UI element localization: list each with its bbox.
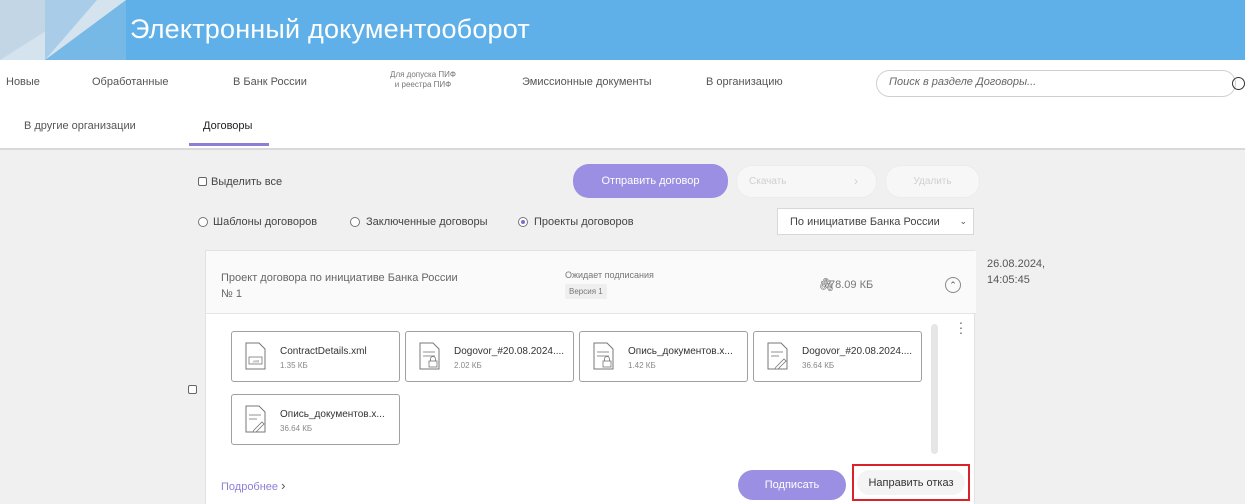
file-name: Dogovor_#20.08.2024.... <box>454 346 565 357</box>
chevron-down-icon: ⌄ <box>959 216 967 226</box>
select-all-checkbox[interactable] <box>198 177 207 186</box>
timestamp: 26.08.2024, 14:05:45 <box>987 256 1045 288</box>
radio-templates-label: Шаблоны договоров <box>213 216 318 228</box>
nav-tab-pif-line1: Для допуска ПИФ <box>390 70 456 79</box>
nav-tab-emission-docs[interactable]: Эмиссионные документы <box>522 76 652 88</box>
file-size: 1.42 КБ <box>628 361 656 370</box>
search-icon[interactable] <box>1232 77 1245 90</box>
sign-button[interactable]: Подписать <box>738 470 846 500</box>
date-text: 26.08.2024, <box>987 258 1046 270</box>
download-label: Скачать <box>749 176 787 187</box>
locked-document-icon <box>593 342 614 370</box>
files-scrollbar[interactable] <box>931 324 938 454</box>
details-link-label: Подробнее <box>221 481 279 493</box>
card-number: № 1 <box>221 288 242 300</box>
nav-tab-pif[interactable]: Для допуска ПИФ и реестра ПИФ <box>383 70 463 90</box>
send-contract-button[interactable]: Отправить договор <box>573 164 728 198</box>
file-tile[interactable]: Опись_документов.х... 36.64 КБ <box>231 394 400 445</box>
file-size: 36.64 КБ <box>802 361 835 370</box>
row-checkbox[interactable] <box>188 385 197 394</box>
file-size: 2.02 КБ <box>454 361 482 370</box>
collapse-icon[interactable]: ⌃ <box>945 277 961 293</box>
xml-file-icon: .xml <box>245 342 266 370</box>
app-title: Электронный документооборот <box>130 14 530 44</box>
time-text: 14:05:45 <box>987 274 1030 286</box>
card-title: Проект договора по инициативе Банка Росс… <box>221 272 458 284</box>
signed-document-icon <box>767 342 788 370</box>
nav-tab-new[interactable]: Новые <box>6 76 40 88</box>
nav-tab-other-organizations[interactable]: В другие организации <box>24 120 136 132</box>
refuse-button[interactable]: Направить отказ <box>857 470 965 495</box>
locked-document-icon <box>419 342 440 370</box>
radio-drafts-label: Проекты договоров <box>534 216 634 228</box>
file-tile[interactable]: .xml ContractDetails.xml 1.35 КБ <box>231 331 400 382</box>
radio-drafts[interactable] <box>518 217 528 227</box>
chevron-right-icon: › <box>854 174 858 188</box>
search-box <box>876 70 1245 97</box>
chevron-right-icon: › <box>281 478 286 493</box>
radio-concluded-label: Заключенные договоры <box>366 216 488 228</box>
refuse-highlight: Направить отказ <box>852 464 970 501</box>
nav-tab-processed[interactable]: Обработанные <box>92 76 168 88</box>
file-tile[interactable]: Dogovor_#20.08.2024.... 2.02 КБ <box>405 331 574 382</box>
status-text: Ожидает подписания <box>565 270 654 280</box>
delete-button[interactable]: Удалить <box>885 165 980 198</box>
version-badge: Версия 1 <box>565 284 607 299</box>
total-size: 78.09 КБ <box>829 279 874 291</box>
file-size: 1.35 КБ <box>280 361 308 370</box>
file-size: 36.64 КБ <box>280 424 313 433</box>
download-button[interactable]: Скачать › <box>736 165 877 198</box>
active-tab-indicator <box>189 143 269 146</box>
more-options-icon[interactable]: · · · <box>956 315 966 339</box>
details-link[interactable]: Подробнее › <box>221 478 285 493</box>
file-name: Опись_документов.х... <box>628 346 733 357</box>
nav-tab-pif-line2: и реестра ПИФ <box>394 80 452 89</box>
initiative-select[interactable]: По инициативе Банка России ⌄ <box>777 208 974 235</box>
signed-document-icon <box>245 405 266 433</box>
file-name: Опись_документов.х... <box>280 409 385 420</box>
search-input[interactable] <box>889 76 1209 88</box>
nav-tab-contracts[interactable]: Договоры <box>203 120 252 132</box>
file-tile[interactable]: Dogovor_#20.08.2024.... 36.64 КБ <box>753 331 922 382</box>
radio-concluded[interactable] <box>350 217 360 227</box>
card-header: Проект договора по инициативе Банка Росс… <box>206 251 976 314</box>
radio-templates[interactable] <box>198 217 208 227</box>
svg-text:.xml: .xml <box>252 359 259 364</box>
nav-tab-to-organization[interactable]: В организацию <box>706 76 783 88</box>
app-header: Электронный документооборот <box>0 0 1245 60</box>
nav-tab-bank-of-russia[interactable]: В Банк России <box>233 76 307 88</box>
file-tile[interactable]: Опись_документов.х... 1.42 КБ <box>579 331 748 382</box>
initiative-select-value: По инициативе Банка России <box>790 216 940 228</box>
file-name: ContractDetails.xml <box>280 346 367 357</box>
select-all-label: Выделить все <box>211 176 283 188</box>
file-name: Dogovor_#20.08.2024.... <box>802 346 913 357</box>
